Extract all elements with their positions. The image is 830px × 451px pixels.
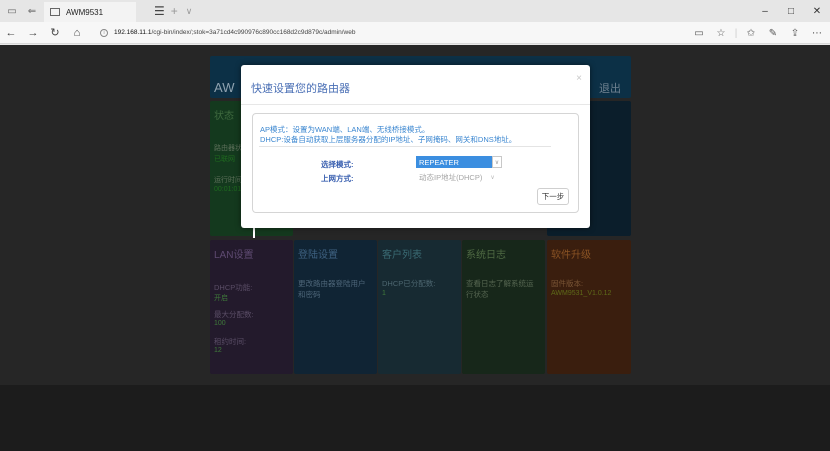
close-icon[interactable]: × <box>576 73 582 84</box>
separator: | <box>734 27 738 39</box>
chevron-down-icon: ∨ <box>492 156 502 168</box>
dhcp-description: DHCP:设备自动获取上层服务器分配的IP地址、子网掩码、网关和DNS地址。 <box>260 135 517 144</box>
connection-label: 上网方式: <box>321 174 354 183</box>
login-tile-title: 登陆设置 <box>298 250 338 261</box>
connection-select-value: 动态IP地址(DHCP) <box>419 172 483 182</box>
url-host: 192.168.11.1 <box>114 29 152 36</box>
next-step-button[interactable]: 下一步 <box>537 188 569 205</box>
chevron-down-icon: ∨ <box>490 174 495 181</box>
browser-tab-bar: ▭ ⇐ AWM9531 ☰ + ∨ – □ ✕ <box>0 0 830 22</box>
page-favicon-icon <box>50 8 60 16</box>
login-tile-text: 更改路由器登陆用户和密码 <box>298 279 366 299</box>
maximize-icon[interactable]: □ <box>778 0 804 22</box>
lease-value: 12 <box>214 347 222 354</box>
tab-back-icon[interactable]: ⇐ <box>24 3 40 19</box>
address-bar[interactable]: i 192.168.11.1 /cgi-bin/index/;stok=3a71… <box>100 28 356 37</box>
fw-tile-title: 软件升级 <box>551 250 591 261</box>
browser-tab[interactable]: AWM9531 <box>44 2 136 22</box>
tab-preview-icon[interactable]: ▭ <box>4 3 20 19</box>
fw-version-value: AWM9531_V1.0.12 <box>551 290 612 297</box>
favorite-star-icon[interactable]: ☆ <box>710 28 732 39</box>
minimize-icon[interactable]: – <box>752 0 778 22</box>
max-alloc-label: 最大分配数: <box>214 310 254 319</box>
url-path: /cgi-bin/index/;stok=3a71cd4c990976c890c… <box>151 29 356 36</box>
mode-select[interactable]: REPEATER ∨ <box>416 156 502 168</box>
window-controls: – □ ✕ <box>752 0 830 22</box>
form-divider <box>259 146 551 147</box>
dhcp-label: DHCP功能: <box>214 283 253 292</box>
lease-label: 租约时间: <box>214 337 247 346</box>
client-list-tile[interactable]: 客户列表 DHCP已分配数: 1 <box>378 240 461 374</box>
router-status-value: 已联网 <box>214 156 235 163</box>
reading-view-icon[interactable]: ▭ <box>688 28 710 39</box>
favorites-hub-icon[interactable]: ✩ <box>740 28 762 39</box>
system-log-tile[interactable]: 系统日志 查看日志了解系统运行状态 <box>462 240 545 374</box>
status-tile-title: 状态 <box>214 111 234 122</box>
mode-select-value: REPEATER <box>416 156 492 168</box>
new-tab-button[interactable]: + <box>171 4 178 18</box>
uptime-value: 00:01:01 <box>214 186 242 193</box>
modal-title: 快速设置您的路由器 <box>251 83 350 95</box>
clients-tile-title: 客户列表 <box>382 250 422 261</box>
page-bottom-area <box>0 385 830 451</box>
brand-name: AW <box>214 80 235 95</box>
tab-dropdown-icon[interactable]: ∨ <box>186 6 193 17</box>
connection-select[interactable]: 动态IP地址(DHCP) ∨ <box>416 171 502 183</box>
dhcp-value: 开启 <box>214 295 228 302</box>
login-settings-tile[interactable]: 登陆设置 更改路由器登陆用户和密码 <box>294 240 377 374</box>
lan-tile-title: LAN设置 <box>214 250 254 261</box>
clients-tile-value: 1 <box>382 290 386 297</box>
lan-settings-tile[interactable]: LAN设置 DHCP功能: 开启 最大分配数: 100 租约时间: 12 <box>210 240 293 374</box>
firmware-upgrade-tile[interactable]: 软件升级 固件版本: AWM9531_V1.0.12 <box>547 240 631 374</box>
pen-icon[interactable]: ✎ <box>762 28 784 39</box>
mode-label: 选择模式: <box>321 160 354 169</box>
back-icon[interactable]: ← <box>0 27 22 39</box>
share-icon[interactable]: ⇪ <box>784 28 806 39</box>
logout-link[interactable]: 退出 <box>599 80 621 96</box>
nav-actions: ▭ ☆ | ✩ ✎ ⇪ ⋯ <box>688 22 828 44</box>
close-window-icon[interactable]: ✕ <box>804 0 830 22</box>
log-tile-title: 系统日志 <box>466 250 506 261</box>
site-info-icon[interactable]: i <box>100 28 108 37</box>
more-icon[interactable]: ⋯ <box>806 28 828 39</box>
tab-list-icon[interactable]: ☰ <box>154 4 165 18</box>
uptime-label: 运行时间 <box>214 177 242 184</box>
clients-tile-text: DHCP已分配数: <box>382 279 436 288</box>
fw-version-label: 固件版本: <box>551 279 584 288</box>
tab-title: AWM9531 <box>66 7 104 17</box>
setup-form: AP模式：设置为WAN端、LAN端、无线桥接模式。 DHCP:设备自动获取上层服… <box>252 113 579 213</box>
forward-icon[interactable]: → <box>22 27 44 39</box>
browser-nav-bar: ← → ↻ ⌂ i 192.168.11.1 /cgi-bin/index/;s… <box>0 22 830 44</box>
modal-divider <box>241 104 590 105</box>
home-icon[interactable]: ⌂ <box>66 27 88 39</box>
max-alloc-value: 100 <box>214 320 226 327</box>
log-tile-text: 查看日志了解系统运行状态 <box>466 279 534 299</box>
quick-setup-modal: 快速设置您的路由器 × AP模式：设置为WAN端、LAN端、无线桥接模式。 DH… <box>241 65 590 228</box>
refresh-icon[interactable]: ↻ <box>44 26 66 39</box>
